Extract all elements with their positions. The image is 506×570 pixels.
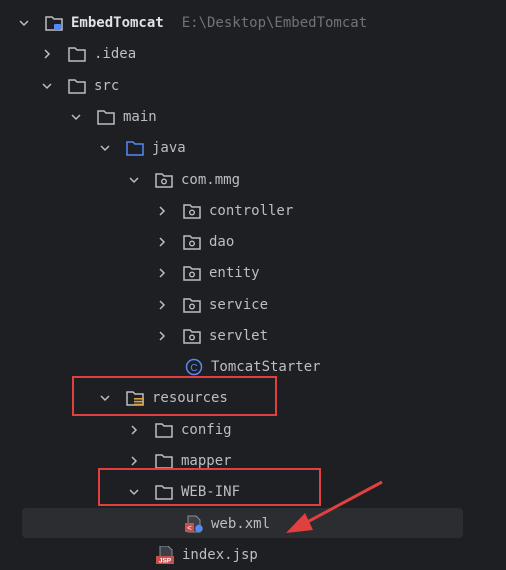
annotation-arrow-icon xyxy=(286,480,383,533)
project-tree: EmbedTomcat E:\Desktop\EmbedTomcat .idea… xyxy=(0,0,506,570)
